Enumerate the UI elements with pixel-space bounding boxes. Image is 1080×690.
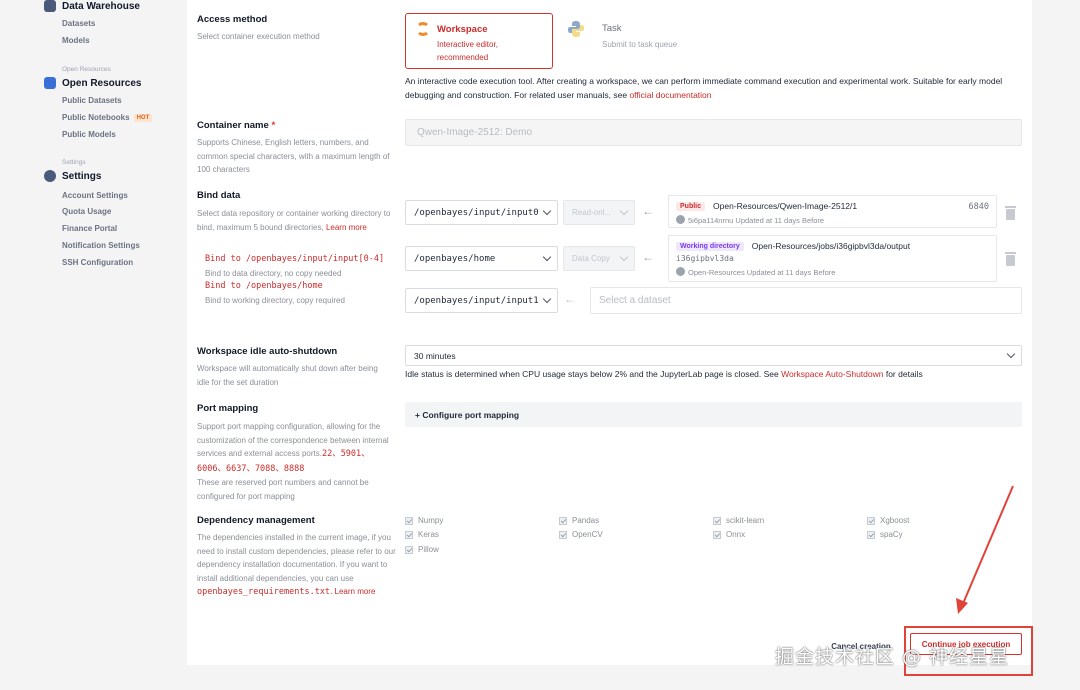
annotation-arrow bbox=[961, 485, 1014, 607]
annotation-overlay bbox=[904, 485, 1033, 676]
watermark: 掘金技术社区 @ 神经星星 bbox=[775, 646, 1010, 668]
annotation-arrowhead bbox=[956, 598, 968, 614]
